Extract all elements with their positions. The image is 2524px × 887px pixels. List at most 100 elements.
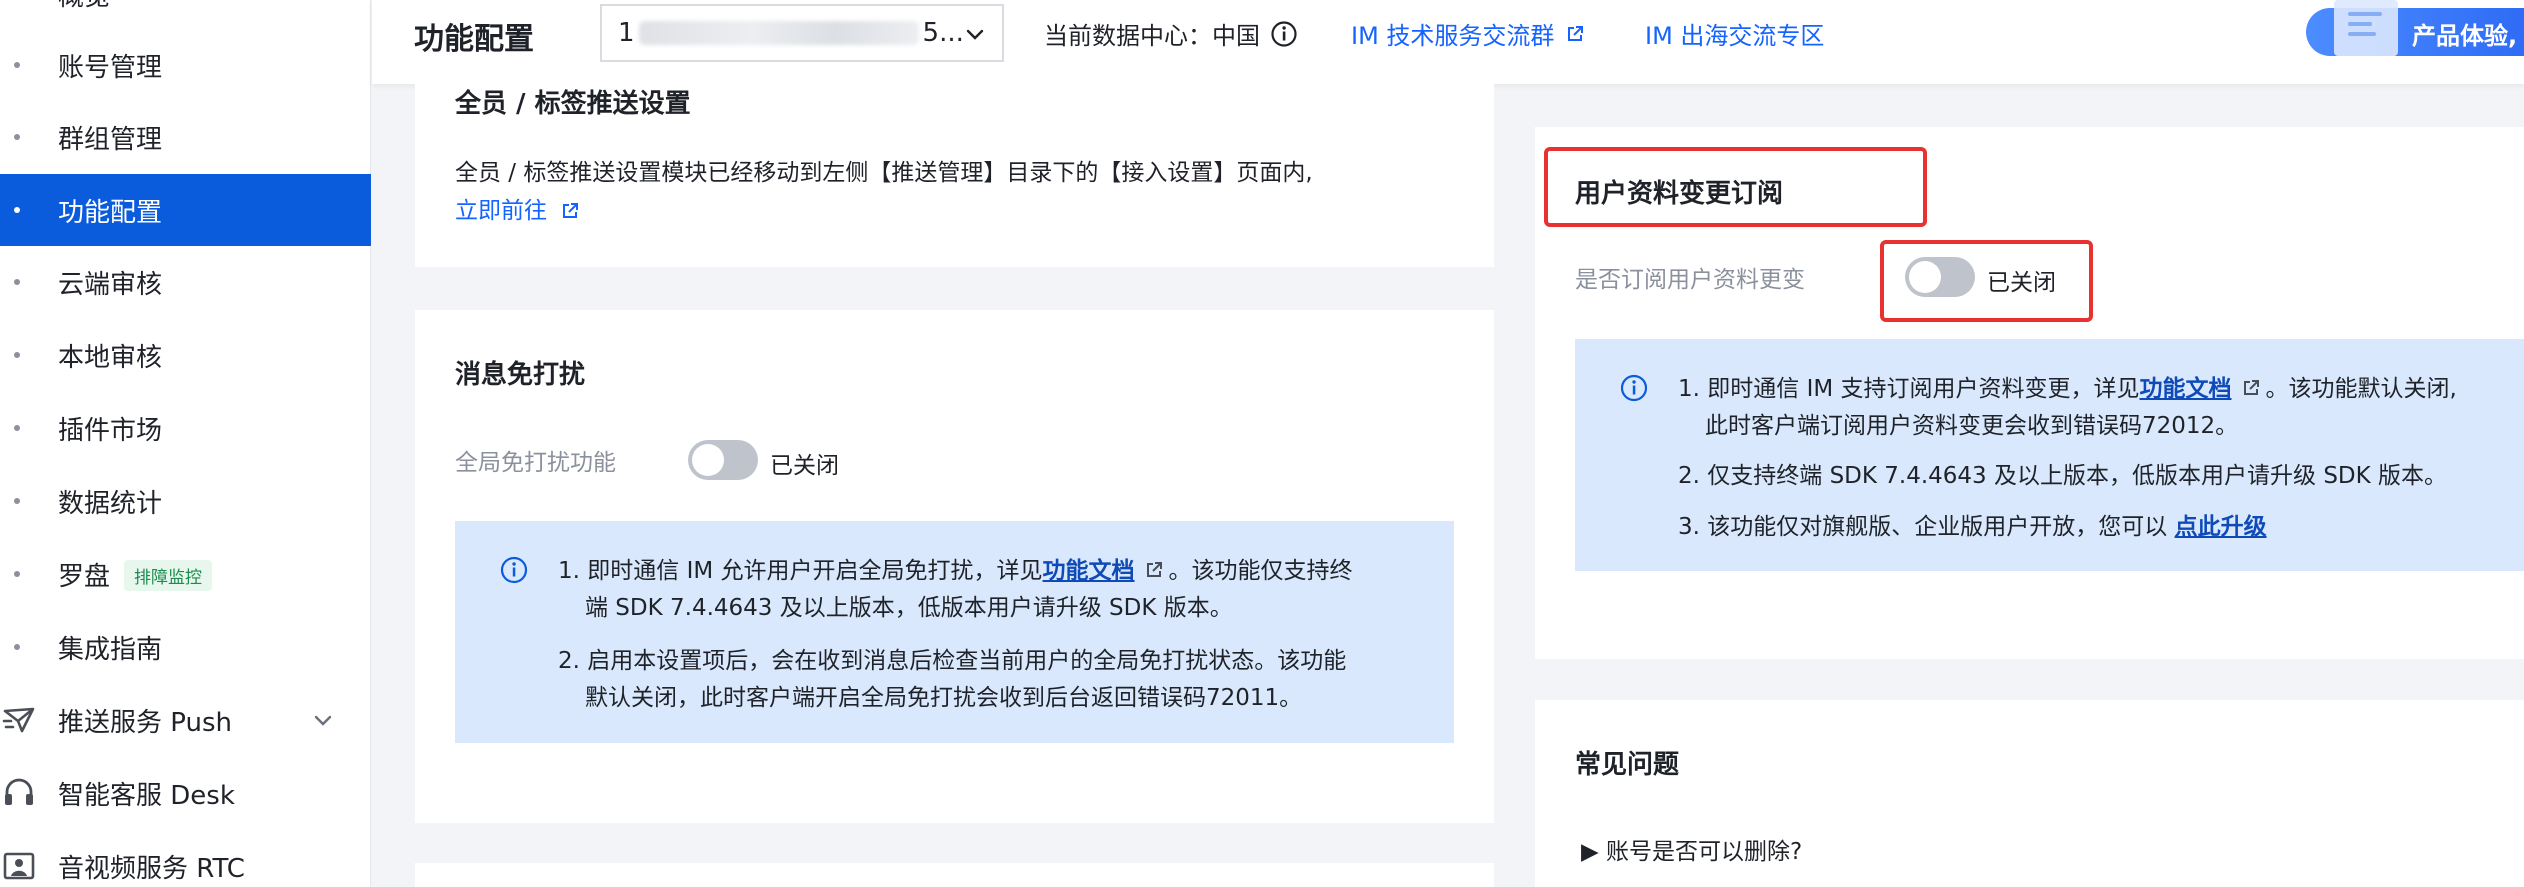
sidebar-item-statistics[interactable]: 数据统计 <box>0 465 371 537</box>
dnd-field-label: 全局免打扰功能 <box>455 450 616 476</box>
dnd-note-1-cont: 端 SDK 7.4.4643 及以上版本，低版本用户请升级 SDK 版本。 <box>585 595 1233 621</box>
sidebar-item-accounts[interactable]: 账号管理 <box>0 29 371 101</box>
note-text: 。该功能默认关闭, <box>2265 376 2457 402</box>
dnd-note-1: 1. 即时通信 IM 允许用户开启全局免打扰，详见功能文档 。该功能仅支持终 <box>558 551 1353 585</box>
sidebar-item-label: 插件市场 <box>58 415 163 446</box>
toggle-knob <box>692 444 724 476</box>
external-link-icon <box>563 203 578 218</box>
sidebar-item-label: 音视频服务 RTC <box>58 853 245 884</box>
info-icon[interactable] <box>1270 20 1298 48</box>
sidebar-item-label: 本地审核 <box>58 342 163 373</box>
bullet-icon <box>14 134 20 140</box>
overseas-zone-link-text: IM 出海交流专区 <box>1645 22 1825 50</box>
sidebar-item-label: 账号管理 <box>58 52 163 83</box>
sidebar-item-label: 集成指南 <box>58 634 163 665</box>
bullet-icon <box>14 498 20 504</box>
bullet-icon <box>14 571 20 577</box>
sidebar-item-local-review[interactable]: 本地审核 <box>0 319 371 391</box>
bullet-icon <box>14 279 20 285</box>
dnd-note-2-cont: 默认关闭，此时客户端开启全局免打扰会收到后台返回错误码72011。 <box>585 685 1303 711</box>
sidebar-item-compass[interactable]: 罗盘 排障监控 <box>0 538 371 610</box>
page-title: 功能配置 <box>414 22 534 57</box>
sidebar-item-push-service[interactable]: 推送服务 Push <box>0 684 371 756</box>
chevron-down-icon <box>966 29 984 40</box>
profile-note-1: 1. 即时通信 IM 支持订阅用户资料变更，详见功能文档 。该功能默认关闭, <box>1678 369 2457 403</box>
upgrade-link[interactable]: 点此升级 <box>2175 514 2267 540</box>
sidebar-item-feature-config[interactable]: 功能配置 <box>0 174 371 246</box>
sidebar-item-plugin-market[interactable]: 插件市场 <box>0 392 371 464</box>
sidebar-item-label: 功能配置 <box>58 197 163 228</box>
external-link-icon <box>2243 380 2259 395</box>
tech-group-link[interactable]: IM 技术服务交流群 <box>1351 16 1584 51</box>
sidebar-item-desk[interactable]: 智能客服 Desk <box>0 757 371 829</box>
sidebar-item-integration-guide[interactable]: 集成指南 <box>0 611 371 683</box>
feature-doc-link[interactable]: 功能文档 <box>1043 558 1135 584</box>
dnd-toggle[interactable] <box>688 440 758 480</box>
redacted-app-name <box>638 21 919 45</box>
status-badge: 排障监控 <box>124 559 213 591</box>
card-title: 常见问题 <box>1575 750 1680 780</box>
profile-note-3: 3. 该功能仅对旗舰版、企业版用户开放，您可以 点此升级 <box>1678 507 2267 541</box>
note-text: 3. 该功能仅对旗舰版、企业版用户开放，您可以 <box>1678 514 2175 540</box>
sidebar-item-overview[interactable]: 概览 <box>0 0 371 30</box>
sidebar-item-label: 云端审核 <box>58 269 163 300</box>
sidebar-item-label: 罗盘 <box>58 561 111 592</box>
profile-note-1-cont: 此时客户端订阅用户资料变更会收到错误码72012。 <box>1705 413 2239 439</box>
dnd-note-2: 2. 启用本设置项后，会在收到消息后检查当前用户的全局免打扰状态。该功能 <box>558 648 1347 674</box>
sidebar: 概览 账号管理 群组管理 功能配置 云端审核 本地审核 插件市场 数据统计 罗盘… <box>0 0 371 887</box>
profile-notice: 1. 即时通信 IM 支持订阅用户资料变更，详见功能文档 。该功能默认关闭, 此时… <box>1575 339 2524 571</box>
note-text: 1. 即时通信 IM 允许用户开启全局免打扰，详见 <box>558 558 1043 584</box>
sidebar-item-label: 推送服务 Push <box>58 707 232 738</box>
card-title: 消息免打扰 <box>455 360 586 390</box>
sidebar-item-label: 智能客服 Desk <box>58 780 235 811</box>
sidebar-item-cloud-review[interactable]: 云端审核 <box>0 246 371 318</box>
dnd-notice: 1. 即时通信 IM 允许用户开启全局免打扰，详见功能文档 。该功能仅支持终 端 … <box>455 521 1454 743</box>
bullet-icon <box>14 644 20 650</box>
dnd-toggle-state: 已关闭 <box>770 453 839 479</box>
bullet-icon <box>14 62 20 68</box>
tech-group-link-text: IM 技术服务交流群 <box>1351 22 1555 50</box>
note-text: 1. 即时通信 IM 支持订阅用户资料变更，详见 <box>1678 376 2140 402</box>
bullet-icon <box>14 207 20 213</box>
bullet-icon <box>14 352 20 358</box>
highlight-box-title <box>1544 147 1927 227</box>
bullet-icon <box>14 425 20 431</box>
feature-doc-link[interactable]: 功能文档 <box>2140 376 2232 402</box>
info-icon <box>500 556 528 584</box>
overseas-zone-link[interactable]: IM 出海交流专区 <box>1645 16 1824 51</box>
go-now-link-text: 立即前往 <box>455 198 547 224</box>
sidebar-item-label: 群组管理 <box>58 124 163 155</box>
faq-item[interactable]: ▶ 账号是否可以删除? <box>1581 832 1802 866</box>
send-plane-icon <box>2 707 35 733</box>
video-user-icon <box>3 852 35 880</box>
headset-icon <box>5 778 33 805</box>
sidebar-item-rtc[interactable]: 音视频服务 RTC <box>0 830 371 887</box>
external-link-icon <box>1568 25 1584 41</box>
note-text: 。该功能仅支持终 <box>1168 558 1353 584</box>
datacenter-label: 当前数据中心：中国 <box>1044 22 1260 50</box>
dnd-card: 消息免打扰 全局免打扰功能 已关闭 1. 即时通信 IM 允许用户开启全局免打扰… <box>415 310 1494 823</box>
document-illustration-icon <box>2334 0 2398 56</box>
profile-subscription-card: 用户资料变更订阅 是否订阅用户资料更变 已关闭 1. 即时通信 IM 支持订阅用… <box>1535 127 2524 659</box>
chevron-down-icon[interactable] <box>312 709 334 731</box>
card-title: 全员 / 标签推送设置 <box>455 89 691 119</box>
app-select-prefix: 1 <box>618 18 635 48</box>
info-icon <box>1620 374 1648 402</box>
product-experience-text: 产品体验, <box>2412 22 2518 50</box>
app-select-dropdown[interactable]: 1 5... <box>600 4 1004 62</box>
go-now-link[interactable]: 立即前往 <box>455 192 585 230</box>
profile-note-2: 2. 仅支持终端 SDK 7.4.4643 及以上版本，低版本用户请升级 SDK… <box>1678 463 2448 489</box>
profile-field-label: 是否订阅用户资料更变 <box>1575 267 1805 293</box>
sidebar-item-label: 概览 <box>58 0 110 13</box>
app-select-suffix: 5... <box>922 18 964 48</box>
highlight-box-toggle <box>1880 240 2093 322</box>
sidebar-item-label-wrap: 罗盘 排障监控 <box>58 556 213 593</box>
sidebar-item-label: 数据统计 <box>58 488 163 519</box>
next-card-partial <box>415 863 1494 887</box>
previous-card-bottom <box>1535 70 2524 84</box>
push-settings-description: 全员 / 标签推送设置模块已经移动到左侧【推送管理】目录下的【接入设置】页面内, <box>455 160 1313 186</box>
datacenter-indicator: 当前数据中心：中国 <box>1044 16 1298 51</box>
external-link-icon <box>1146 562 1162 577</box>
push-settings-card: 全员 / 标签推送设置 全员 / 标签推送设置模块已经移动到左侧【推送管理】目录… <box>415 70 1494 267</box>
sidebar-item-groups[interactable]: 群组管理 <box>0 101 371 173</box>
